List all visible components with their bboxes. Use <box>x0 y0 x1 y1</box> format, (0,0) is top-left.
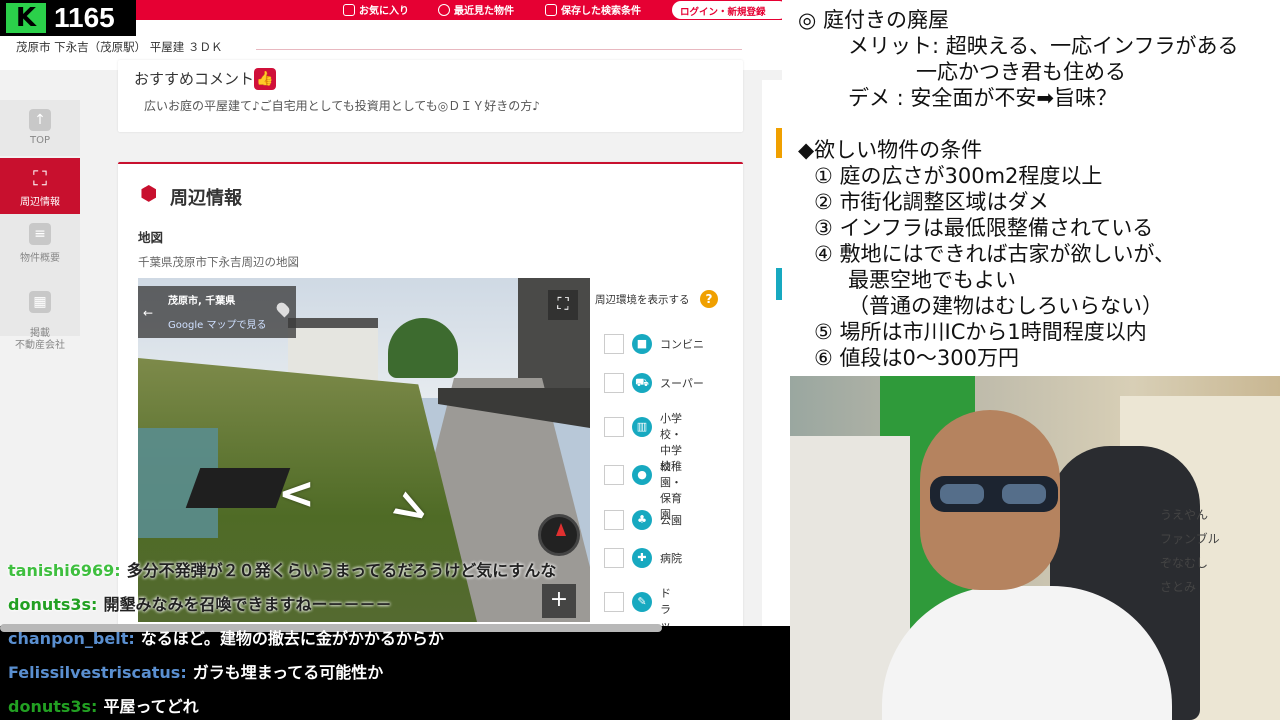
recommend-text: 広いお庭の平屋建て♪ご自宅用としても投資用としても◎ＤＩＹ好きの方♪ <box>144 99 540 113</box>
clock-icon <box>438 4 450 16</box>
location-pin-icon <box>274 300 292 318</box>
note-line: ⑥ 値段は0〜300万円 <box>814 346 1019 370</box>
divider <box>256 49 742 50</box>
document-icon: ≡ <box>29 223 51 245</box>
compass-icon[interactable] <box>538 514 580 556</box>
hospital-icon: ✚ <box>632 548 652 568</box>
sunglasses <box>930 476 1058 512</box>
kindergarten-icon: ● <box>632 465 652 485</box>
note-line: デメ : 安全面が不安➡旨味？ <box>848 86 1118 110</box>
zoom-in-button[interactable]: + <box>542 584 576 618</box>
recommend-title: おすすめコメント <box>134 70 255 88</box>
chat-background <box>0 626 790 720</box>
note-line: ◎ 庭付きの廃屋 <box>798 8 949 32</box>
checkbox[interactable] <box>604 373 624 393</box>
favorites-link[interactable]: お気に入り <box>343 2 409 17</box>
park-icon: ♣ <box>632 510 652 530</box>
cart-icon: ⛟ <box>632 373 652 393</box>
note-line: メリット: 超映える、一応インフラがある <box>848 34 1239 58</box>
fullscreen-icon[interactable]: ⛶ <box>548 290 578 320</box>
facility-filter-title: 周辺環境を表示する <box>595 294 690 306</box>
note-line: ⑤ 場所は市川ICから1時間程度以内 <box>814 320 1147 344</box>
heart-icon <box>343 4 355 16</box>
note-line: ④ 敷地にはできれば古家が欲しいが、 <box>814 242 1176 266</box>
saved-search-link[interactable]: 保存した検索条件 <box>545 2 641 17</box>
street-view-place: 茂原市, 千葉県 <box>168 296 236 307</box>
checkbox[interactable] <box>604 334 624 354</box>
checkbox[interactable] <box>604 548 624 568</box>
street-view-panorama[interactable]: < > ← 茂原市, 千葉県 Google マップで見る ⛶ + <box>138 278 590 622</box>
viewer-count: 1165 <box>54 2 115 33</box>
side-menu-area-info[interactable]: ⛶ 周辺情報 <box>0 158 80 214</box>
note-line: （普通の建物はむしろいらない） <box>848 294 1163 318</box>
recently-viewed-link[interactable]: 最近見た物件 <box>438 2 514 17</box>
open-google-maps-link[interactable]: Google マップで見る <box>168 316 266 331</box>
thumbs-up-icon: 👍 <box>254 68 276 90</box>
viewer-count-badge: K 1165 <box>0 0 136 36</box>
note-line: ③ インフラは最低限整備されている <box>814 216 1154 240</box>
map-pin-icon: ⛶ <box>33 166 47 190</box>
pan-left-arrow-icon[interactable]: < <box>278 468 315 519</box>
drugstore-icon: ✎ <box>632 592 652 612</box>
arrow-up-icon: ↑ <box>29 109 51 131</box>
street-view-info-box: ← 茂原市, 千葉県 Google マップで見る <box>138 286 296 338</box>
school-icon: ▥ <box>632 417 652 437</box>
note-line: ② 市街化調整区域はダメ <box>814 190 1049 214</box>
checkbox[interactable] <box>604 465 624 485</box>
side-menu-top[interactable]: ↑ TOP <box>0 100 80 156</box>
map-description: 千葉県茂原市下永吉周辺の地図 <box>138 255 299 269</box>
horizontal-scrollbar[interactable] <box>0 624 662 632</box>
login-button[interactable]: ログイン・新規登録 <box>672 1 782 19</box>
real-estate-site: お気に入り 最近見た物件 保存した検索条件 ログイン・新規登録 茂原市 下永吉（… <box>0 0 782 720</box>
side-menu-agency[interactable]: ▦ 掲載 不動産会社 <box>0 270 80 351</box>
area-info-title: 周辺情報 <box>170 188 242 209</box>
search-save-icon <box>545 4 557 16</box>
webcam-feed: うえやん ファンブル ぞなむし さとみ <box>790 376 1280 720</box>
checkbox[interactable] <box>604 417 624 437</box>
note-line: 一応かつき君も住める <box>916 60 1126 84</box>
property-title: 茂原市 下永吉（茂原駅） 平屋建 ３ＤＫ <box>16 40 223 54</box>
convenience-store-icon: ■ <box>632 334 652 354</box>
note-line: ◆欲しい物件の条件 <box>798 138 983 162</box>
map-label: 地図 <box>138 230 164 245</box>
map-pin-icon: ⬢ <box>140 181 158 205</box>
stream-logo: K <box>6 3 46 33</box>
right-sidebar-edge <box>762 80 782 640</box>
back-arrow-icon[interactable]: ← <box>143 306 153 320</box>
checkbox[interactable] <box>604 510 624 530</box>
help-icon[interactable]: ? <box>700 290 718 308</box>
checkbox[interactable] <box>604 592 624 612</box>
note-line: 最悪空地でもよい <box>848 268 1016 292</box>
side-menu-property-summary[interactable]: ≡ 物件概要 <box>0 214 80 270</box>
note-line: ① 庭の広さが300m2程度以上 <box>814 164 1103 188</box>
building-icon: ▦ <box>29 291 51 313</box>
notes-panel: ◎ 庭付きの廃屋 メリット: 超映える、一応インフラがある 一応かつき君も住める… <box>782 0 1280 376</box>
